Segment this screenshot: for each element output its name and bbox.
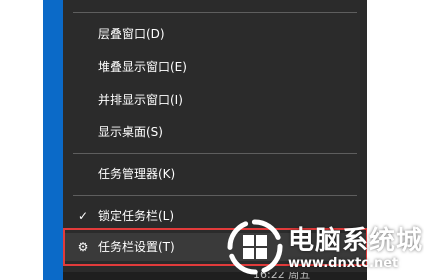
menu-item-label: 堆叠显示窗口(E) [98, 60, 187, 74]
menu-separator [73, 12, 357, 13]
menu-item-label: 锁定任务栏(L) [98, 209, 175, 223]
menu-item-label: 层叠窗口(D) [98, 27, 165, 41]
checkmark-icon: ✓ [77, 209, 89, 223]
menu-item-label: 并排显示窗口(I) [98, 93, 183, 107]
menu-item-show-desktop[interactable]: 显示桌面(S) [63, 118, 367, 146]
watermark-title: 电脑系统城 [288, 226, 424, 256]
menu-item-cascade-windows[interactable]: 层叠窗口(D) [63, 20, 367, 48]
watermark-url: www.dnxtc.net [288, 256, 399, 271]
menu-item-side-by-side-windows[interactable]: 并排显示窗口(I) [63, 86, 367, 114]
desktop-area-left [0, 0, 43, 280]
taskbar-edge [43, 0, 63, 280]
screenshot-stage: 层叠窗口(D) 堆叠显示窗口(E) 并排显示窗口(I) 显示桌面(S) 任务管理… [0, 0, 424, 280]
menu-item-stack-windows[interactable]: 堆叠显示窗口(E) [63, 53, 367, 81]
menu-item-label: 任务管理器(K) [98, 167, 176, 181]
menu-item-label: 显示桌面(S) [98, 125, 163, 139]
menu-separator [73, 195, 357, 196]
site-watermark: 电脑系统城 www.dnxtc.net [218, 212, 424, 280]
menu-separator [73, 153, 357, 154]
windows-logo-icon [227, 219, 283, 275]
menu-item-task-manager[interactable]: 任务管理器(K) [63, 160, 367, 188]
